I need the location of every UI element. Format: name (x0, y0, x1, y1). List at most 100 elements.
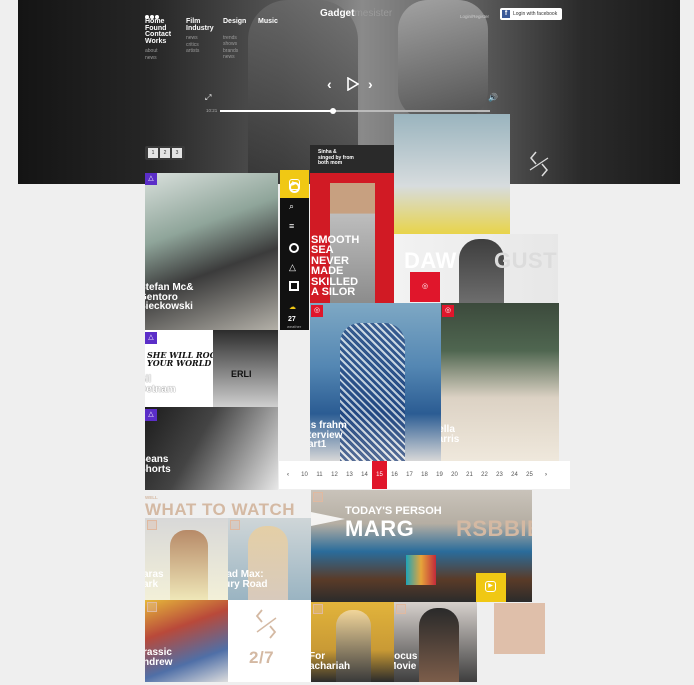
square-badge-icon (313, 492, 323, 502)
tile-seans[interactable]: △ Seans Shorts (145, 407, 278, 490)
tile-daw[interactable]: DAW GUST ◎ (394, 234, 558, 304)
pager-1[interactable]: 1 (148, 148, 158, 158)
tile-she-shirt: ERLI (231, 369, 252, 379)
play-icon[interactable] (345, 76, 360, 92)
tile-yellow-girl[interactable] (394, 114, 510, 234)
record-badge-icon: ◎ (311, 305, 323, 317)
tile-snap[interactable]: Sinha & singed by from both mom (310, 145, 395, 173)
tile-counter: 2/7 (228, 600, 311, 682)
weather-label: weather (287, 324, 302, 329)
timeline-day[interactable]: 22 (477, 472, 492, 478)
nav-design[interactable]: Design (223, 18, 246, 26)
facebook-login-button[interactable]: f Login with facebook (500, 8, 562, 20)
timeline-day[interactable]: 11 (312, 472, 327, 478)
tile-watch-1[interactable]: aras ark (145, 518, 228, 600)
tile-stefan-caption: Stefan Mc& Gentoro Sieckowski (145, 282, 194, 312)
timeline-next-icon[interactable]: › (537, 472, 555, 478)
nav-music[interactable]: Music (258, 18, 278, 26)
time-label: 10:21 (206, 108, 218, 113)
pager-3[interactable]: 3 (172, 148, 182, 158)
accent-block (494, 603, 545, 654)
site-logo[interactable]: Gadgetmesister (320, 8, 392, 19)
tile-bella-caption: Bella Sarris (441, 424, 460, 445)
tile-she[interactable]: △ SHE WILL ROCK YOUR WORLD ERLI Sil Detn… (145, 330, 278, 407)
timeline-day[interactable]: 24 (507, 472, 522, 478)
tile-stefan[interactable]: △ Stefan Mc& Gentoro Sieckowski (145, 173, 278, 330)
nav-design-news[interactable]: news (223, 54, 246, 61)
triangle-badge-icon: △ (145, 173, 157, 185)
nav-film-col: Film Industry news critics artists (186, 18, 214, 55)
timeline-day[interactable]: 14 (357, 472, 372, 478)
tile-watch-3-caption: rassic ndrew (145, 647, 173, 668)
logo-sub: mesister (354, 8, 393, 19)
share-arrows-icon[interactable] (528, 150, 550, 178)
triangle-icon[interactable]: △ (289, 262, 296, 273)
weather-icon: ☁ (289, 304, 296, 311)
tile-today-person[interactable]: TODAY'S PERSOH MARG RSBBIE ▶ (311, 490, 532, 602)
square-icon[interactable] (289, 281, 299, 291)
location-icon[interactable] (289, 182, 300, 193)
timeline-day[interactable]: 13 (342, 472, 357, 478)
nav-music-col: Music (258, 18, 278, 26)
tile-bella[interactable]: ◎ Bella Sarris (441, 303, 559, 461)
today-name-1: MARG (345, 516, 415, 541)
progress-bar[interactable] (220, 110, 490, 112)
tile-watch-3[interactable]: rassic ndrew (145, 600, 228, 682)
tile-watch-5[interactable]: Focus Movie (394, 602, 477, 682)
pager-2[interactable]: 2 (160, 148, 170, 158)
tile-smooth-caption: SMOOTH SEA NEVER MADE SKILLED A SILOR (311, 234, 360, 299)
slide-pager: 1 2 3 (145, 146, 185, 160)
facebook-label: Login with facebook (513, 11, 558, 17)
tile-gust-title: GUST (494, 248, 558, 273)
timeline-day[interactable]: 19 (432, 472, 447, 478)
nav-works[interactable]: Works (145, 38, 171, 46)
timeline-day-current[interactable]: 15 (372, 461, 387, 489)
volume-icon[interactable]: 🔊 (488, 93, 498, 102)
tile-watch-2-caption: Mad Max: Fury Road (228, 569, 268, 590)
weather-count: 27 (288, 316, 296, 323)
tile-watch-5-caption: Focus Movie (394, 651, 418, 672)
search-icon[interactable]: ⌕ (289, 201, 294, 212)
tile-seans-caption: Seans Shorts (145, 454, 171, 475)
list-icon[interactable]: ≡ (289, 221, 294, 231)
timeline-day[interactable]: 25 (522, 472, 537, 478)
square-badge-icon (313, 604, 323, 614)
timeline-day[interactable]: 17 (402, 472, 417, 478)
share-arrows-icon[interactable] (254, 608, 280, 640)
timeline-day[interactable]: 12 (327, 472, 342, 478)
tile-snap-sub: singed by from both mom (318, 155, 354, 166)
tile-watch-2[interactable]: Mad Max: Fury Road (228, 518, 311, 600)
tile-watch-4-caption: For achariah (311, 651, 351, 672)
tile-palm-shirt[interactable]: ◎ ls frahm terview art1 (310, 303, 441, 461)
tile-smooth[interactable]: SMOOTH SEA NEVER MADE SKILLED A SILOR (310, 173, 395, 303)
timeline-day[interactable]: 21 (462, 472, 477, 478)
circle-icon[interactable] (289, 243, 299, 253)
nav-industry[interactable]: Industry (186, 25, 214, 33)
timeline-prev-icon[interactable]: ‹ (279, 472, 297, 478)
login-link[interactable]: Login/Register (460, 14, 489, 19)
fullscreen-icon[interactable]: ⤢ (205, 93, 211, 103)
square-badge-icon (230, 520, 240, 530)
date-timeline: ‹ 10 11 12 13 14 15 16 17 18 19 20 21 22… (279, 461, 570, 489)
watch-title: WHAT TO WATCH (145, 500, 296, 519)
tile-daw-play-icon[interactable]: ◎ (410, 272, 440, 302)
today-name-2: RSBBIE (456, 516, 532, 541)
progress-fill (220, 110, 337, 112)
timeline-day[interactable]: 16 (387, 472, 402, 478)
progress-handle[interactable] (330, 108, 336, 114)
nav-design-col: Design trends shows brands news (223, 18, 246, 61)
triangle-badge-icon: △ (145, 409, 157, 421)
timeline-day[interactable]: 18 (417, 472, 432, 478)
square-badge-icon (396, 604, 406, 614)
nav-news[interactable]: news (145, 55, 171, 62)
timeline-day[interactable]: 20 (447, 472, 462, 478)
nav-home-col: Home Found Contact Works about news (145, 18, 171, 62)
prev-icon[interactable]: ‹ (327, 76, 332, 92)
today-play-tile[interactable]: ▶ (476, 573, 506, 602)
tile-watch-4[interactable]: For achariah (311, 602, 394, 682)
timeline-day[interactable]: 23 (492, 472, 507, 478)
nav-film-artists[interactable]: artists (186, 48, 214, 55)
timeline-day[interactable]: 10 (297, 472, 312, 478)
square-badge-icon (147, 602, 157, 612)
next-icon[interactable]: › (368, 76, 373, 92)
